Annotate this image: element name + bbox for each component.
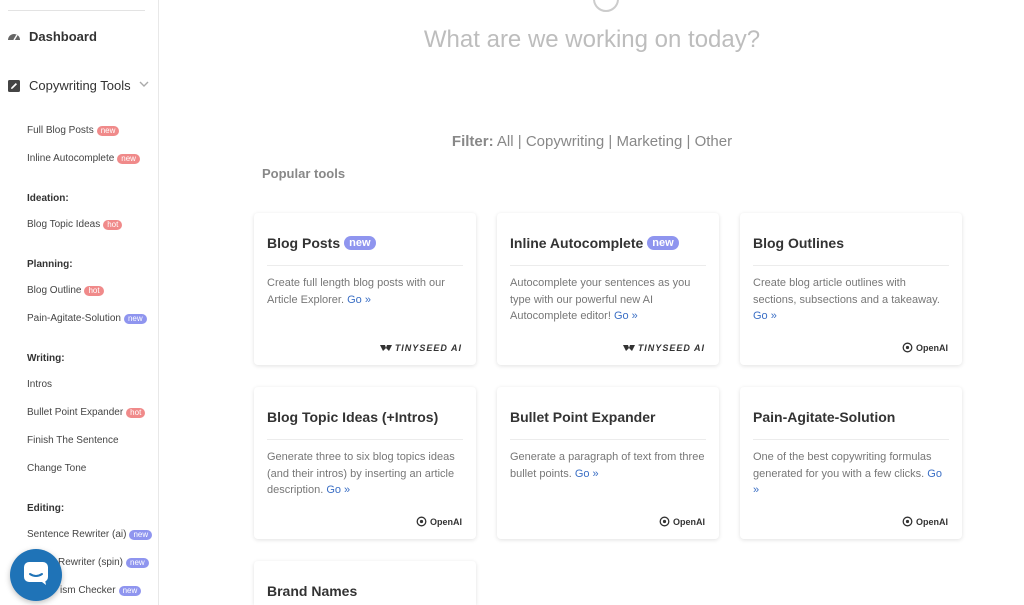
provider-logo-tinyseed: TINYSEED AI	[622, 343, 705, 353]
card-divider	[753, 439, 949, 440]
openai-icon	[416, 516, 427, 527]
card-description: Generate a paragraph of text from three …	[510, 451, 705, 480]
tool-card-brand-names[interactable]: Brand Names	[254, 561, 476, 605]
filter-other[interactable]: Other	[695, 133, 733, 150]
hot-badge: hot	[84, 285, 104, 296]
sidebar-item-label: Copywriting Tools	[29, 78, 131, 93]
hot-badge: hot	[103, 219, 123, 230]
filter-separator: |	[517, 133, 522, 150]
sidebar-item-intros[interactable]: Intros	[27, 379, 52, 390]
openai-icon	[659, 516, 670, 527]
avatar[interactable]	[593, 0, 619, 12]
card-title: Blog Outlines	[753, 235, 844, 251]
provider-logo-tinyseed: TINYSEED AI	[379, 343, 462, 353]
card-title: Bullet Point Expander	[510, 409, 656, 425]
sidebar-item-full-blog-posts[interactable]: Full Blog Posts new	[27, 125, 120, 136]
chat-icon	[23, 561, 49, 590]
section-heading-editing: Editing:	[27, 503, 65, 514]
card-divider	[753, 265, 949, 266]
sidebar-item-blog-outline[interactable]: Blog Outline hot	[27, 285, 104, 296]
hot-badge: hot	[126, 407, 146, 418]
go-link[interactable]: Go »	[614, 310, 638, 322]
openai-icon	[902, 516, 913, 527]
card-description: Create blog article outlines with sectio…	[753, 277, 940, 322]
tool-card-blog-posts[interactable]: Blog Posts new Create full length blog po…	[254, 213, 476, 365]
sidebar-item-sentence-rewriter[interactable]: Sentence Rewriter (ai) new	[27, 529, 153, 540]
card-description: Autocomplete your sentences as you type …	[510, 277, 691, 322]
go-link[interactable]: Go »	[347, 294, 371, 306]
new-badge: new	[118, 585, 142, 596]
sidebar-item-dashboard[interactable]: Dashboard	[7, 29, 97, 44]
provider-logo-openai: OpenAI	[902, 516, 948, 527]
card-title: Pain-Agitate-Solution	[753, 409, 896, 425]
tool-card-inline-autocomplete[interactable]: Inline Autocomplete new Autocomplete your…	[497, 213, 719, 365]
sidebar-item-copywriting-tools[interactable]: Copywriting Tools	[7, 78, 149, 93]
new-badge: new	[129, 529, 153, 540]
sidebar-divider	[8, 10, 145, 11]
filter-bar: Filter: All | Copywriting | Marketing | …	[160, 133, 1024, 150]
tool-card-bullet-point-expander[interactable]: Bullet Point Expander Generate a paragra…	[497, 387, 719, 539]
new-badge: new	[647, 236, 679, 250]
edit-icon	[7, 79, 21, 93]
provider-logo-openai: OpenAI	[659, 516, 705, 527]
sidebar-item-bullet-point-expander[interactable]: Bullet Point Expander hot	[27, 407, 146, 418]
new-badge: new	[96, 125, 120, 136]
filter-copywriting[interactable]: Copywriting	[526, 133, 604, 150]
card-divider	[510, 265, 706, 266]
card-description: Generate three to six blog topics ideas …	[267, 451, 455, 496]
card-title: Brand Names	[267, 583, 358, 599]
new-badge: new	[117, 153, 140, 164]
section-heading-ideation: Ideation:	[27, 193, 69, 204]
sidebar: Dashboard Copywriting Tools Full Blog Po…	[0, 0, 159, 605]
card-description: One of the best copywriting formulas gen…	[753, 451, 942, 496]
go-link[interactable]: Go »	[753, 310, 777, 322]
sidebar-item-label: Dashboard	[29, 29, 97, 44]
openai-icon	[902, 342, 913, 353]
tinyseed-icon	[622, 344, 635, 352]
gauge-icon	[7, 30, 21, 44]
section-heading-planning: Planning:	[27, 259, 73, 270]
new-badge: new	[126, 557, 149, 568]
section-heading-popular-tools: Popular tools	[262, 166, 346, 181]
filter-separator: |	[686, 133, 691, 150]
filter-all[interactable]: All	[497, 133, 514, 150]
card-description: Create full length blog posts with our A…	[267, 277, 445, 306]
tool-card-blog-topic-ideas[interactable]: Blog Topic Ideas (+Intros) Generate thre…	[254, 387, 476, 539]
card-title: Blog Topic Ideas (+Intros)	[267, 409, 439, 425]
provider-logo-openai: OpenAI	[416, 516, 462, 527]
page-title: What are we working on today?	[423, 26, 761, 53]
sidebar-item-inline-autocomplete[interactable]: Inline Autocomplete new	[27, 153, 140, 164]
new-badge: new	[344, 236, 376, 250]
sidebar-item-plagiarism-checker[interactable]: ism Checker new	[60, 585, 142, 596]
sidebar-item-change-tone[interactable]: Change Tone	[27, 463, 86, 474]
section-heading-writing: Writing:	[27, 353, 65, 364]
tinyseed-icon	[379, 344, 392, 352]
sidebar-item-finish-the-sentence[interactable]: Finish The Sentence	[27, 435, 119, 446]
card-divider	[267, 439, 463, 440]
go-link[interactable]: Go »	[575, 468, 599, 480]
card-divider	[510, 439, 706, 440]
sidebar-item-pain-agitate-solution[interactable]: Pain-Agitate-Solution new	[27, 313, 147, 324]
go-link[interactable]: Go »	[326, 484, 350, 496]
provider-logo-openai: OpenAI	[902, 342, 948, 353]
new-badge: new	[123, 313, 147, 324]
card-title: Blog Posts	[267, 235, 341, 251]
sidebar-item-rewriter-spin[interactable]: Rewriter (spin) new	[58, 557, 149, 568]
sidebar-item-blog-topic-ideas[interactable]: Blog Topic Ideas hot	[27, 219, 123, 230]
filter-separator: |	[608, 133, 613, 150]
chevron-down-icon	[139, 80, 149, 91]
card-divider	[267, 265, 463, 266]
filter-label: Filter:	[451, 133, 494, 150]
card-title: Inline Autocomplete	[510, 235, 644, 251]
filter-marketing[interactable]: Marketing	[616, 133, 682, 150]
tool-card-blog-outlines[interactable]: Blog Outlines Create blog article outlin…	[740, 213, 962, 365]
chat-widget-button[interactable]	[10, 549, 62, 601]
tool-card-pain-agitate-solution[interactable]: Pain-Agitate-Solution One of the best co…	[740, 387, 962, 539]
